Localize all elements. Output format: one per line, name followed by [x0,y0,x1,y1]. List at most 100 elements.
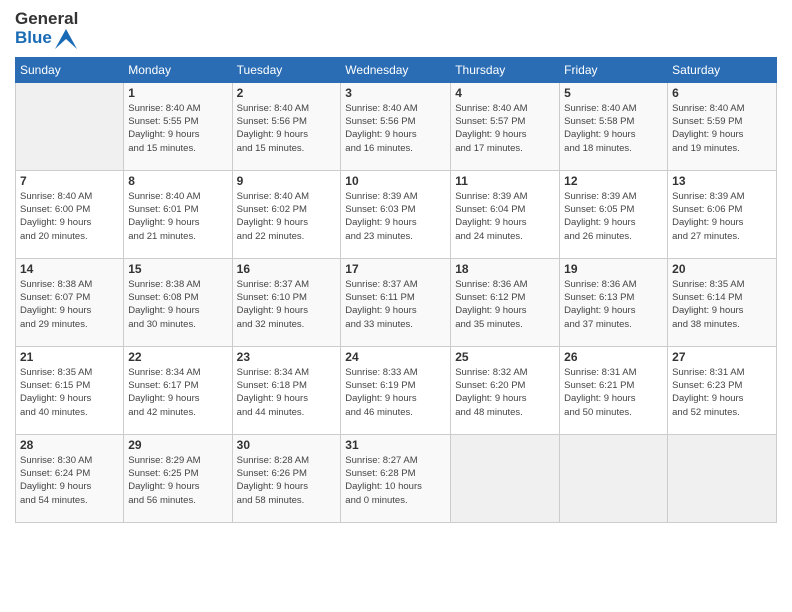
calendar-cell: 7 Sunrise: 8:40 AM Sunset: 6:00 PM Daylig… [16,170,124,258]
logo-general: General [15,10,78,29]
calendar-cell: 9 Sunrise: 8:40 AM Sunset: 6:02 PM Daylig… [232,170,341,258]
day-number: 8 [128,174,227,188]
weekday-header: Wednesday [341,57,451,82]
day-number: 4 [455,86,555,100]
day-number: 20 [672,262,772,276]
calendar-page: General Blue SundayMondayTuesdayWednesda… [0,0,792,612]
day-info: Sunrise: 8:28 AM Sunset: 6:26 PM Dayligh… [237,454,337,507]
calendar-cell: 5 Sunrise: 8:40 AM Sunset: 5:58 PM Daylig… [560,82,668,170]
day-number: 17 [345,262,446,276]
calendar-cell: 30 Sunrise: 8:28 AM Sunset: 6:26 PM Dayli… [232,434,341,522]
day-number: 13 [672,174,772,188]
day-info: Sunrise: 8:31 AM Sunset: 6:21 PM Dayligh… [564,366,663,419]
logo: General Blue [15,10,78,49]
calendar-cell: 16 Sunrise: 8:37 AM Sunset: 6:10 PM Dayli… [232,258,341,346]
calendar-cell: 3Sunrise: 8:40 AM Sunset: 5:56 PM Daylig… [341,82,451,170]
weekday-header: Saturday [668,57,777,82]
calendar-table: SundayMondayTuesdayWednesdayThursdayFrid… [15,57,777,523]
day-number: 1 [128,86,227,100]
day-number: 23 [237,350,337,364]
calendar-cell: 21 Sunrise: 8:35 AM Sunset: 6:15 PM Dayli… [16,346,124,434]
day-number: 16 [237,262,337,276]
day-number: 21 [20,350,119,364]
day-number: 6 [672,86,772,100]
day-info: Sunrise: 8:40 AM Sunset: 5:55 PM Dayligh… [128,102,227,155]
day-number: 9 [237,174,337,188]
day-info: Sunrise: 8:39 AM Sunset: 6:03 PM Dayligh… [345,190,446,243]
day-info: Sunrise: 8:35 AM Sunset: 6:15 PM Dayligh… [20,366,119,419]
day-number: 10 [345,174,446,188]
header-row: SundayMondayTuesdayWednesdayThursdayFrid… [16,57,777,82]
day-number: 14 [20,262,119,276]
calendar-cell: 1 Sunrise: 8:40 AM Sunset: 5:55 PM Daylig… [124,82,232,170]
day-info: Sunrise: 8:37 AM Sunset: 6:11 PM Dayligh… [345,278,446,331]
day-number: 28 [20,438,119,452]
weekday-header: Tuesday [232,57,341,82]
day-number: 26 [564,350,663,364]
calendar-cell: 17 Sunrise: 8:37 AM Sunset: 6:11 PM Dayli… [341,258,451,346]
day-number: 22 [128,350,227,364]
calendar-cell: 27Sunrise: 8:31 AM Sunset: 6:23 PM Dayli… [668,346,777,434]
calendar-cell [668,434,777,522]
day-number: 24 [345,350,446,364]
calendar-cell [560,434,668,522]
calendar-week-row: 14 Sunrise: 8:38 AM Sunset: 6:07 PM Dayli… [16,258,777,346]
day-info: Sunrise: 8:34 AM Sunset: 6:17 PM Dayligh… [128,366,227,419]
calendar-cell: 23 Sunrise: 8:34 AM Sunset: 6:18 PM Dayli… [232,346,341,434]
calendar-cell: 15 Sunrise: 8:38 AM Sunset: 6:08 PM Dayli… [124,258,232,346]
day-number: 3 [345,86,446,100]
day-number: 25 [455,350,555,364]
day-number: 19 [564,262,663,276]
day-info: Sunrise: 8:38 AM Sunset: 6:08 PM Dayligh… [128,278,227,331]
day-info: Sunrise: 8:40 AM Sunset: 6:02 PM Dayligh… [237,190,337,243]
calendar-week-row: 28 Sunrise: 8:30 AM Sunset: 6:24 PM Dayli… [16,434,777,522]
day-info: Sunrise: 8:36 AM Sunset: 6:12 PM Dayligh… [455,278,555,331]
day-number: 7 [20,174,119,188]
calendar-week-row: 21 Sunrise: 8:35 AM Sunset: 6:15 PM Dayli… [16,346,777,434]
day-number: 18 [455,262,555,276]
calendar-week-row: 7 Sunrise: 8:40 AM Sunset: 6:00 PM Daylig… [16,170,777,258]
calendar-cell: 19 Sunrise: 8:36 AM Sunset: 6:13 PM Dayli… [560,258,668,346]
calendar-cell [451,434,560,522]
logo-blue: Blue [15,29,78,49]
weekday-header: Friday [560,57,668,82]
calendar-cell: 8 Sunrise: 8:40 AM Sunset: 6:01 PM Daylig… [124,170,232,258]
calendar-cell: 4Sunrise: 8:40 AM Sunset: 5:57 PM Daylig… [451,82,560,170]
calendar-cell: 26 Sunrise: 8:31 AM Sunset: 6:21 PM Dayli… [560,346,668,434]
calendar-cell: 18 Sunrise: 8:36 AM Sunset: 6:12 PM Dayli… [451,258,560,346]
day-info: Sunrise: 8:32 AM Sunset: 6:20 PM Dayligh… [455,366,555,419]
day-number: 11 [455,174,555,188]
day-info: Sunrise: 8:29 AM Sunset: 6:25 PM Dayligh… [128,454,227,507]
day-info: Sunrise: 8:40 AM Sunset: 6:00 PM Dayligh… [20,190,119,243]
calendar-cell: 24 Sunrise: 8:33 AM Sunset: 6:19 PM Dayli… [341,346,451,434]
day-number: 5 [564,86,663,100]
day-number: 15 [128,262,227,276]
weekday-header: Sunday [16,57,124,82]
day-info: Sunrise: 8:30 AM Sunset: 6:24 PM Dayligh… [20,454,119,507]
header: General Blue [15,10,777,49]
day-info: Sunrise: 8:39 AM Sunset: 6:06 PM Dayligh… [672,190,772,243]
calendar-cell: 25 Sunrise: 8:32 AM Sunset: 6:20 PM Dayli… [451,346,560,434]
day-number: 30 [237,438,337,452]
day-number: 2 [237,86,337,100]
calendar-cell: 6 Sunrise: 8:40 AM Sunset: 5:59 PM Daylig… [668,82,777,170]
day-info: Sunrise: 8:40 AM Sunset: 6:01 PM Dayligh… [128,190,227,243]
day-info: Sunrise: 8:33 AM Sunset: 6:19 PM Dayligh… [345,366,446,419]
calendar-cell: 31Sunrise: 8:27 AM Sunset: 6:28 PM Dayli… [341,434,451,522]
calendar-cell: 29Sunrise: 8:29 AM Sunset: 6:25 PM Dayli… [124,434,232,522]
calendar-cell: 2Sunrise: 8:40 AM Sunset: 5:56 PM Daylig… [232,82,341,170]
day-info: Sunrise: 8:31 AM Sunset: 6:23 PM Dayligh… [672,366,772,419]
day-info: Sunrise: 8:40 AM Sunset: 5:59 PM Dayligh… [672,102,772,155]
day-info: Sunrise: 8:36 AM Sunset: 6:13 PM Dayligh… [564,278,663,331]
day-info: Sunrise: 8:34 AM Sunset: 6:18 PM Dayligh… [237,366,337,419]
day-info: Sunrise: 8:40 AM Sunset: 5:58 PM Dayligh… [564,102,663,155]
calendar-cell: 28 Sunrise: 8:30 AM Sunset: 6:24 PM Dayli… [16,434,124,522]
calendar-cell: 13 Sunrise: 8:39 AM Sunset: 6:06 PM Dayli… [668,170,777,258]
day-info: Sunrise: 8:38 AM Sunset: 6:07 PM Dayligh… [20,278,119,331]
day-info: Sunrise: 8:37 AM Sunset: 6:10 PM Dayligh… [237,278,337,331]
calendar-cell [16,82,124,170]
day-info: Sunrise: 8:39 AM Sunset: 6:04 PM Dayligh… [455,190,555,243]
calendar-cell: 14 Sunrise: 8:38 AM Sunset: 6:07 PM Dayli… [16,258,124,346]
weekday-header: Thursday [451,57,560,82]
calendar-cell: 10 Sunrise: 8:39 AM Sunset: 6:03 PM Dayli… [341,170,451,258]
